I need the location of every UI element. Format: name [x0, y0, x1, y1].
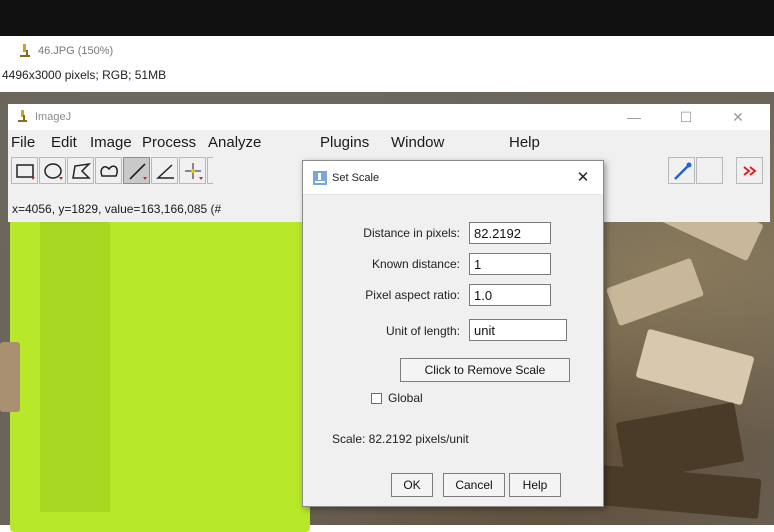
- dialog-title: Set Scale: [332, 172, 380, 184]
- angle-tool-icon[interactable]: [151, 157, 178, 184]
- menu-analyze[interactable]: Analyze: [208, 134, 261, 151]
- cancel-button[interactable]: Cancel: [443, 473, 505, 497]
- aspect-ratio-input[interactable]: [469, 284, 551, 306]
- empty-tool-slot[interactable]: [696, 157, 723, 184]
- menu-process[interactable]: Process: [142, 134, 196, 151]
- remove-scale-button[interactable]: Click to Remove Scale: [400, 358, 570, 382]
- dialog-title-bar[interactable]: Set Scale ✕: [303, 161, 603, 195]
- aspect-ratio-label: Pixel aspect ratio:: [365, 288, 460, 302]
- freehand-tool-icon[interactable]: [95, 157, 122, 184]
- imagej-app-icon: [313, 171, 327, 185]
- imagej-title-bar[interactable]: ImageJ — ☐ ✕: [8, 104, 770, 130]
- known-distance-label: Known distance:: [371, 257, 460, 271]
- menu-image[interactable]: Image: [90, 134, 132, 151]
- menu-edit[interactable]: Edit: [51, 134, 77, 151]
- unit-input[interactable]: [469, 319, 567, 341]
- close-button[interactable]: ✕: [724, 107, 752, 127]
- top-black-bar: [0, 0, 774, 36]
- wood-chip: [605, 257, 705, 327]
- distance-label: Distance in pixels:: [363, 226, 460, 240]
- menu-window[interactable]: Window: [391, 134, 444, 151]
- ok-button[interactable]: OK: [391, 473, 433, 497]
- close-icon[interactable]: ✕: [571, 167, 595, 189]
- help-button[interactable]: Help: [509, 473, 561, 497]
- minimize-button[interactable]: —: [620, 107, 648, 127]
- more-tools-icon[interactable]: [736, 157, 763, 184]
- imagej-microscope-icon: [18, 110, 27, 123]
- wood-chip: [635, 328, 755, 406]
- menu-file[interactable]: File: [11, 134, 35, 151]
- image-info-text: 4496x3000 pixels; RGB; 51MB: [2, 68, 167, 82]
- menu-bar: File Edit Image Process Analyze Plugins …: [8, 130, 770, 152]
- set-scale-dialog: Set Scale ✕ Distance in pixels: Known di…: [302, 160, 604, 507]
- maximize-button[interactable]: ☐: [672, 107, 700, 127]
- image-window-title: 46.JPG (150%): [38, 45, 114, 57]
- global-checkbox[interactable]: [371, 393, 382, 404]
- menu-help[interactable]: Help: [509, 134, 540, 151]
- point-tool-icon[interactable]: [179, 157, 206, 184]
- straight-line-tool-icon[interactable]: [123, 157, 150, 184]
- imagej-title: ImageJ: [35, 111, 72, 123]
- distance-input[interactable]: [469, 222, 551, 244]
- known-distance-input[interactable]: [469, 253, 551, 275]
- polygon-tool-icon[interactable]: [67, 157, 94, 184]
- unit-label: Unit of length:: [385, 324, 460, 338]
- scale-text: Scale: 82.2192 pixels/unit: [332, 432, 469, 446]
- status-text: x=4056, y=1829, value=163,166,085 (#: [12, 202, 222, 216]
- imagej-microscope-icon: [20, 44, 30, 58]
- global-label: Global: [388, 391, 423, 405]
- image-window-title-bar[interactable]: 46.JPG (150%): [0, 38, 774, 62]
- wand-tool-icon[interactable]: [207, 157, 213, 184]
- rectangle-tool-icon[interactable]: [11, 157, 38, 184]
- dropper-tool-icon[interactable]: [668, 157, 695, 184]
- wood-chip: [0, 342, 20, 412]
- wood-chip-dark: [598, 465, 762, 519]
- oval-tool-icon[interactable]: [39, 157, 66, 184]
- menu-plugins[interactable]: Plugins: [320, 134, 369, 151]
